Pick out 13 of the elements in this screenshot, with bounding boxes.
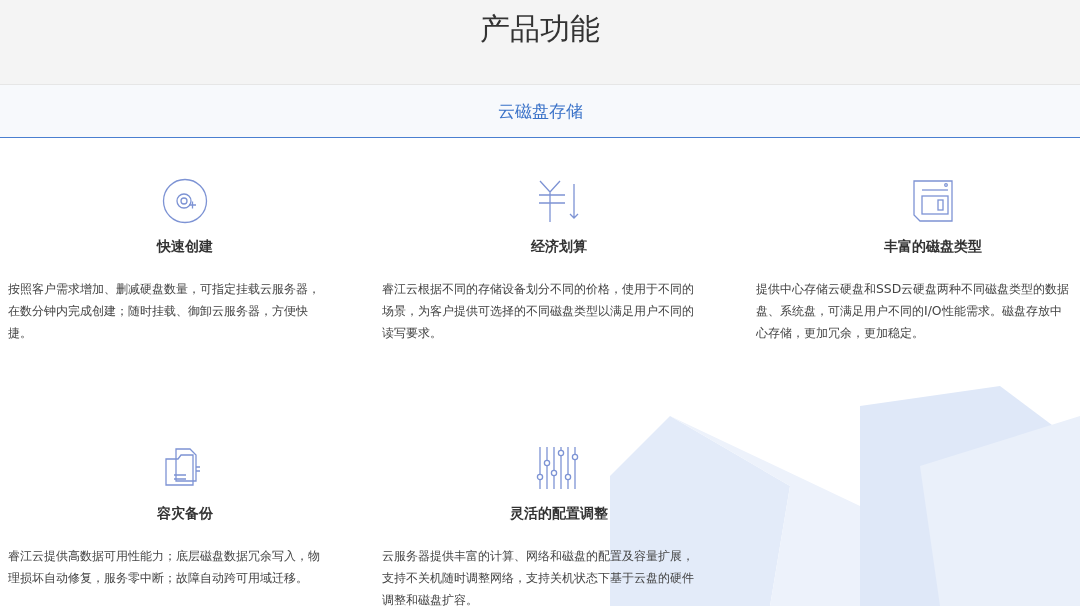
feature-description: 云服务器提供丰富的计算、网络和磁盘的配置及容量扩展，支持不关机随时调整网络，支持关机状态下基于云盘的硬件调整和磁盘扩容。: [382, 547, 695, 606]
feature-title: 容灾备份: [156, 504, 214, 523]
feature-title: 灵活的配置调整: [509, 504, 609, 523]
feature-title: 经济划算: [530, 237, 588, 256]
feature-description: 提供中心存储云硬盘和SSD云硬盘两种不同磁盘类型的数据盘、系统盘，可满足用户不同的I/O性能需求。磁盘存放中心存储，更加冗余，更加稳定。: [756, 280, 1071, 342]
feature-description: 睿江云根据不同的存储设备划分不同的价格，使用于不同的场景，为客户提供可选择的不同磁盘类型以满足用户不同的读写要求。: [382, 280, 695, 342]
feature-description: 睿江云提供高数据可用性能力；底层磁盘数据冗余写入，物理损坏自动修复，服务零中断；故障自动跨可用域迁移。: [8, 547, 321, 587]
tab[interactable]: 云磁盘存储: [497, 99, 583, 123]
page-title: 产品功能: [480, 10, 600, 48]
feature-title: 丰富的磁盘类型: [883, 237, 983, 256]
disc-plus-icon: [162, 178, 208, 224]
feature-title: 快速创建: [155, 237, 214, 256]
feature-description: 按照客户需求增加、删减硬盘数量，可指定挂载云服务器，在数分钟内完成创建；随时挂载、御卸云服务器，方便快捷。: [8, 280, 321, 342]
